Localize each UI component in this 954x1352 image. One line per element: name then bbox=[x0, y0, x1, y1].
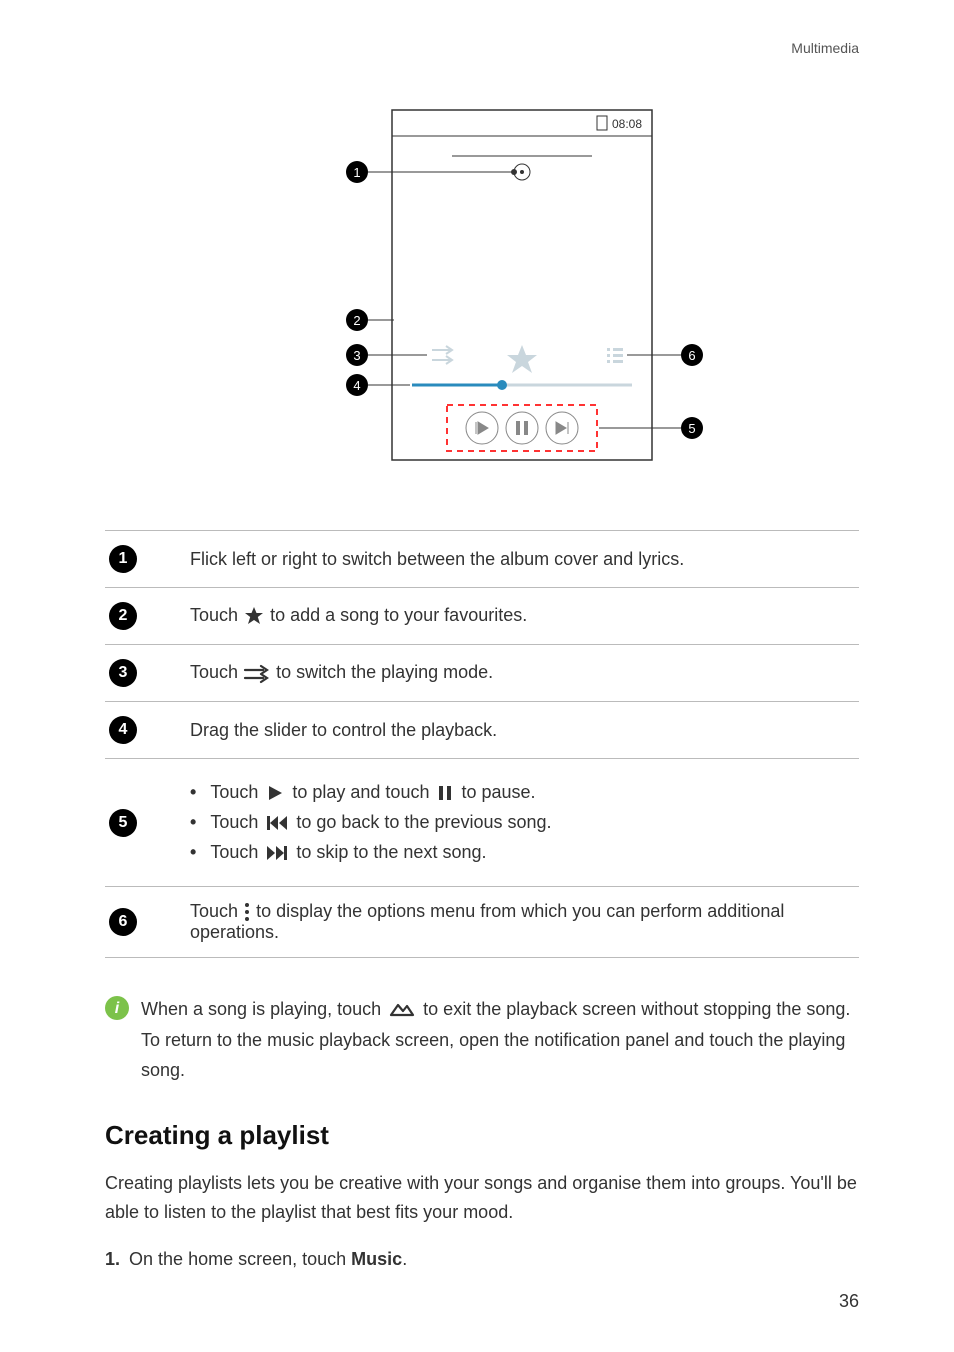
prev-icon bbox=[266, 814, 288, 832]
kebab-icon bbox=[243, 902, 251, 922]
section-paragraph: Creating playlists lets you be creative … bbox=[105, 1169, 859, 1227]
row-1-text: Flick left or right to switch between th… bbox=[190, 531, 859, 588]
svg-text:2: 2 bbox=[353, 313, 360, 328]
home-icon bbox=[389, 1000, 415, 1018]
shuffle-icon bbox=[243, 664, 271, 684]
callout-marker-4: 4 bbox=[109, 716, 137, 744]
play-icon bbox=[266, 784, 284, 802]
header-section: Multimedia bbox=[791, 40, 859, 56]
info-icon: i bbox=[105, 996, 129, 1020]
callout-marker-2: 2 bbox=[109, 602, 137, 630]
callout-marker-1: 1 bbox=[109, 545, 137, 573]
section-heading: Creating a playlist bbox=[105, 1120, 859, 1151]
svg-text:5: 5 bbox=[688, 421, 695, 436]
callout-marker-6: 6 bbox=[109, 908, 137, 936]
svg-text:4: 4 bbox=[353, 378, 360, 393]
callout-marker-5: 5 bbox=[109, 809, 137, 837]
row-6-text: Touch to display the options menu from w… bbox=[190, 887, 859, 958]
diagram-svg: 08:08 1 2 3 6 bbox=[222, 100, 742, 480]
page-number: 36 bbox=[839, 1291, 859, 1312]
star-icon bbox=[243, 605, 265, 627]
row-5-bullets: Touch to play and touch to pause. Touch … bbox=[190, 782, 849, 863]
music-player-diagram: 08:08 1 2 3 6 bbox=[105, 100, 859, 480]
svg-text:1: 1 bbox=[353, 165, 360, 180]
callout-marker-3: 3 bbox=[109, 659, 137, 687]
next-icon bbox=[266, 844, 288, 862]
pause-icon bbox=[437, 784, 453, 802]
callout-table: 1 Flick left or right to switch between … bbox=[105, 530, 859, 958]
tip-block: i When a song is playing, touch to exit … bbox=[105, 994, 859, 1086]
row-4-text: Drag the slider to control the playback. bbox=[190, 702, 859, 759]
row-2-text: Touch to add a song to your favourites. bbox=[190, 588, 859, 645]
diagram-time: 08:08 bbox=[612, 117, 642, 131]
bullet-next: Touch to skip to the next song. bbox=[190, 842, 849, 863]
step-1: 1. On the home screen, touch Music. bbox=[105, 1245, 859, 1274]
bullet-play-pause: Touch to play and touch to pause. bbox=[190, 782, 849, 803]
bullet-prev: Touch to go back to the previous song. bbox=[190, 812, 849, 833]
svg-text:6: 6 bbox=[688, 348, 695, 363]
svg-text:3: 3 bbox=[353, 348, 360, 363]
row-3-text: Touch to switch the playing mode. bbox=[190, 645, 859, 702]
